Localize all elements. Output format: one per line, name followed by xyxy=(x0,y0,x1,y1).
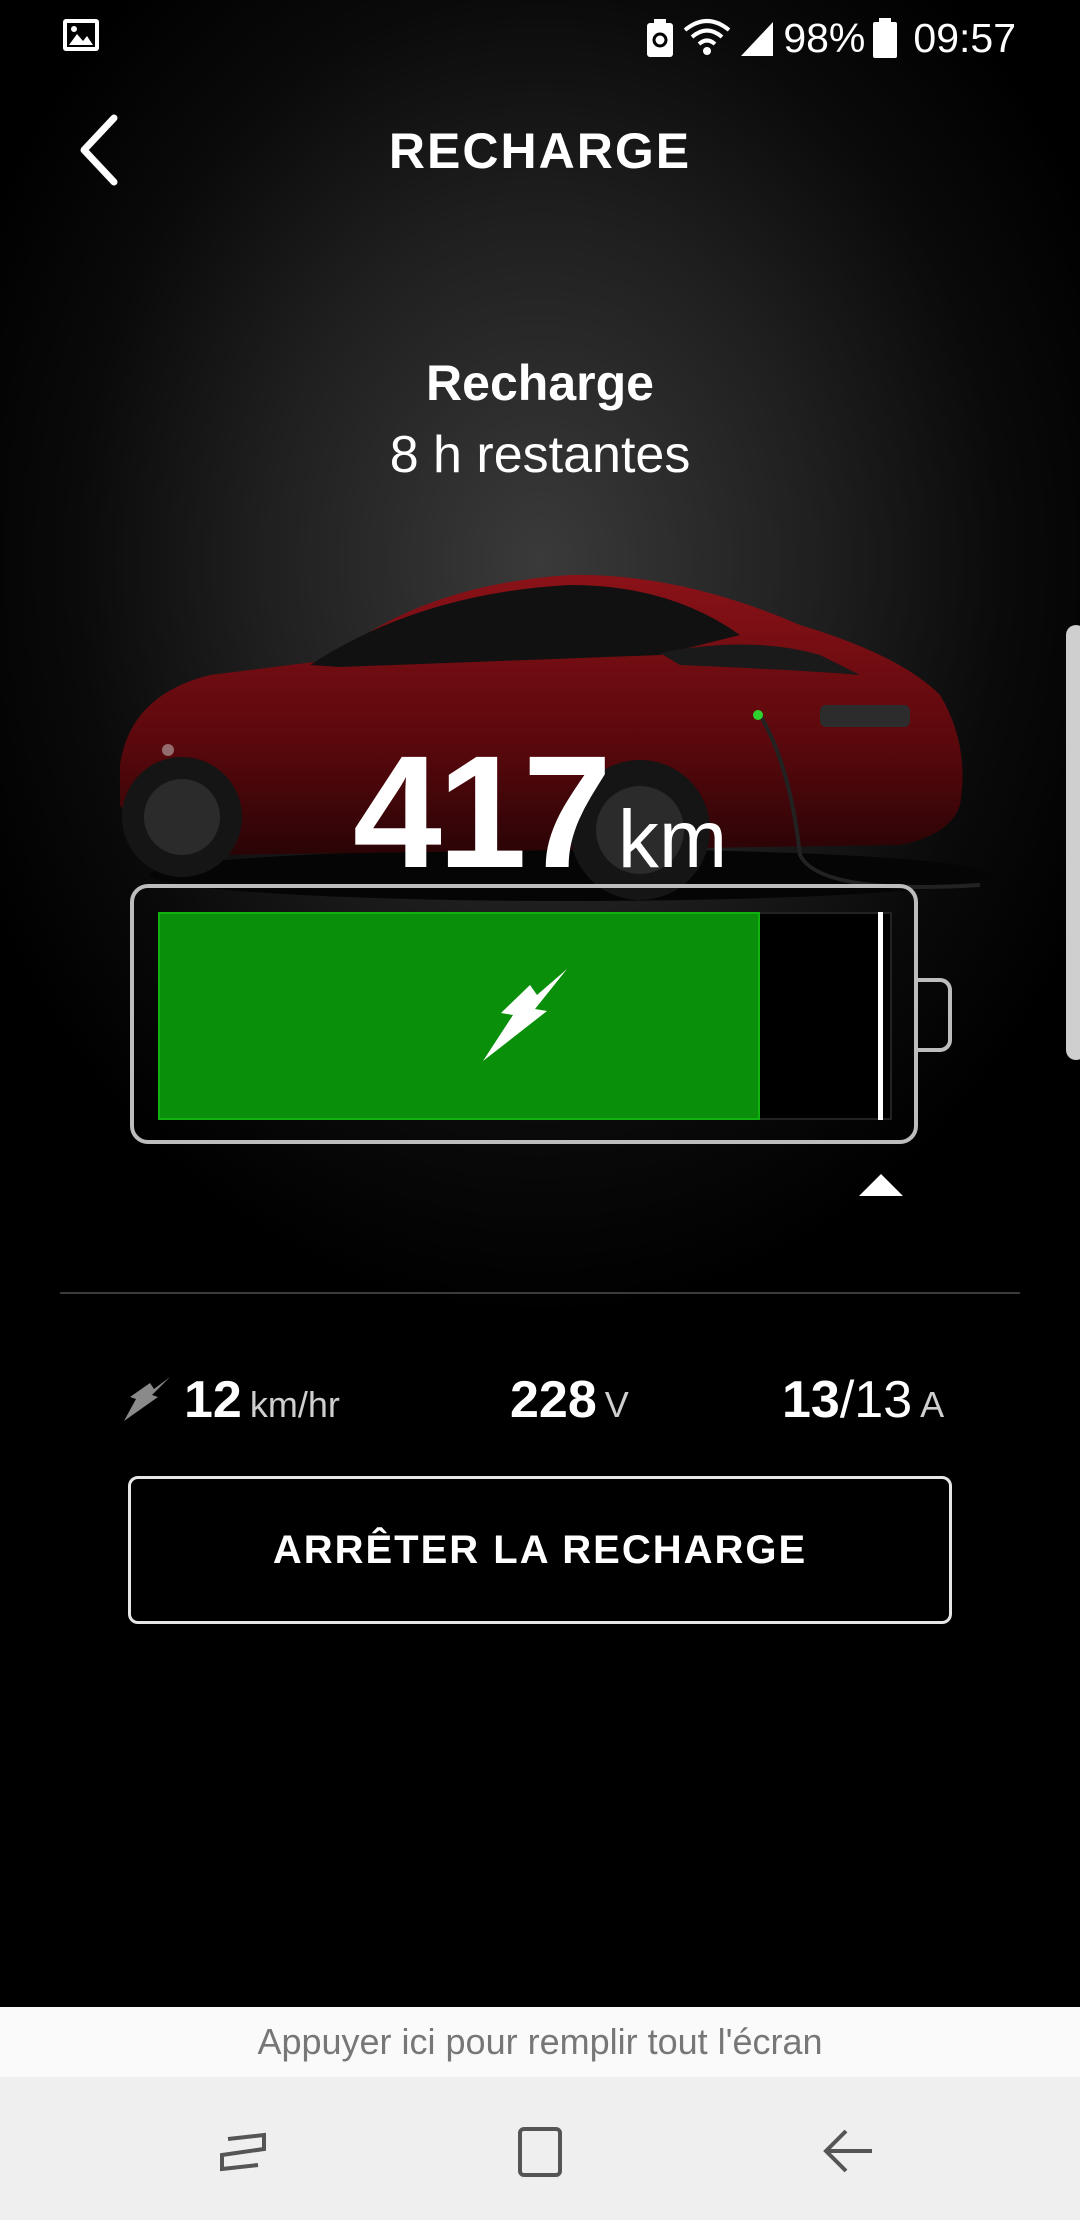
battery-saver-icon xyxy=(647,19,674,57)
voltage: 228 V xyxy=(510,1370,629,1430)
rate-value: 12 xyxy=(184,1371,242,1429)
screen: 98% 09:57 RECHARGE Recharge 8 h restante… xyxy=(0,0,1080,2220)
stop-charging-button[interactable]: ARRÊTER LA RECHARGE xyxy=(128,1476,952,1624)
current: 13/13 A xyxy=(782,1370,944,1430)
gallery-notification-icon xyxy=(63,19,99,51)
recent-apps-button[interactable] xyxy=(208,2117,278,2187)
battery-fill xyxy=(158,912,760,1120)
back-nav-button[interactable] xyxy=(812,2117,882,2187)
time-remaining: 8 h restantes xyxy=(389,426,691,484)
charge-rate: 12 km/hr xyxy=(122,1370,340,1430)
range-display: 417 km xyxy=(0,720,1080,904)
navigation-bar xyxy=(0,2077,1080,2220)
current-unit: A xyxy=(920,1384,945,1425)
clock: 09:57 xyxy=(913,14,1016,61)
charge-limit-line xyxy=(878,912,883,1120)
status-right: 98% 09:57 xyxy=(645,10,1016,66)
triangle-up-icon xyxy=(859,1174,903,1196)
charge-rate-icon xyxy=(124,1377,170,1421)
voltage-value: 228 xyxy=(510,1371,597,1429)
range-value: 417 xyxy=(352,722,612,901)
home-icon xyxy=(518,2127,562,2177)
status-bar: 98% 09:57 xyxy=(0,0,1080,78)
battery-cap xyxy=(918,978,952,1052)
range-unit: km xyxy=(617,794,728,885)
wifi-icon xyxy=(684,19,731,55)
charging-stats: 12 km/hr 228 V 13/13 A xyxy=(0,1370,1080,1440)
current-value: 13 xyxy=(782,1371,840,1429)
battery-percent: 98% xyxy=(783,14,866,61)
back-arrow-icon xyxy=(823,2129,872,2173)
signal-icon xyxy=(741,22,774,56)
divider xyxy=(60,1292,1020,1294)
charging-status: Recharge xyxy=(426,355,654,411)
lightning-bolt-icon xyxy=(483,969,567,1061)
page-title: RECHARGE xyxy=(388,123,692,179)
fullscreen-hint[interactable]: Appuyer ici pour remplir tout l'écran xyxy=(0,2007,1080,2077)
voltage-unit: V xyxy=(604,1384,629,1425)
charge-limit-handle[interactable] xyxy=(857,1172,905,1198)
rate-unit: km/hr xyxy=(249,1384,340,1425)
recent-apps-icon xyxy=(220,2132,266,2172)
current-max: /13 xyxy=(839,1371,913,1429)
home-button[interactable] xyxy=(505,2117,575,2187)
battery-icon xyxy=(873,18,898,58)
edge-panel-handle[interactable] xyxy=(1066,625,1080,1060)
